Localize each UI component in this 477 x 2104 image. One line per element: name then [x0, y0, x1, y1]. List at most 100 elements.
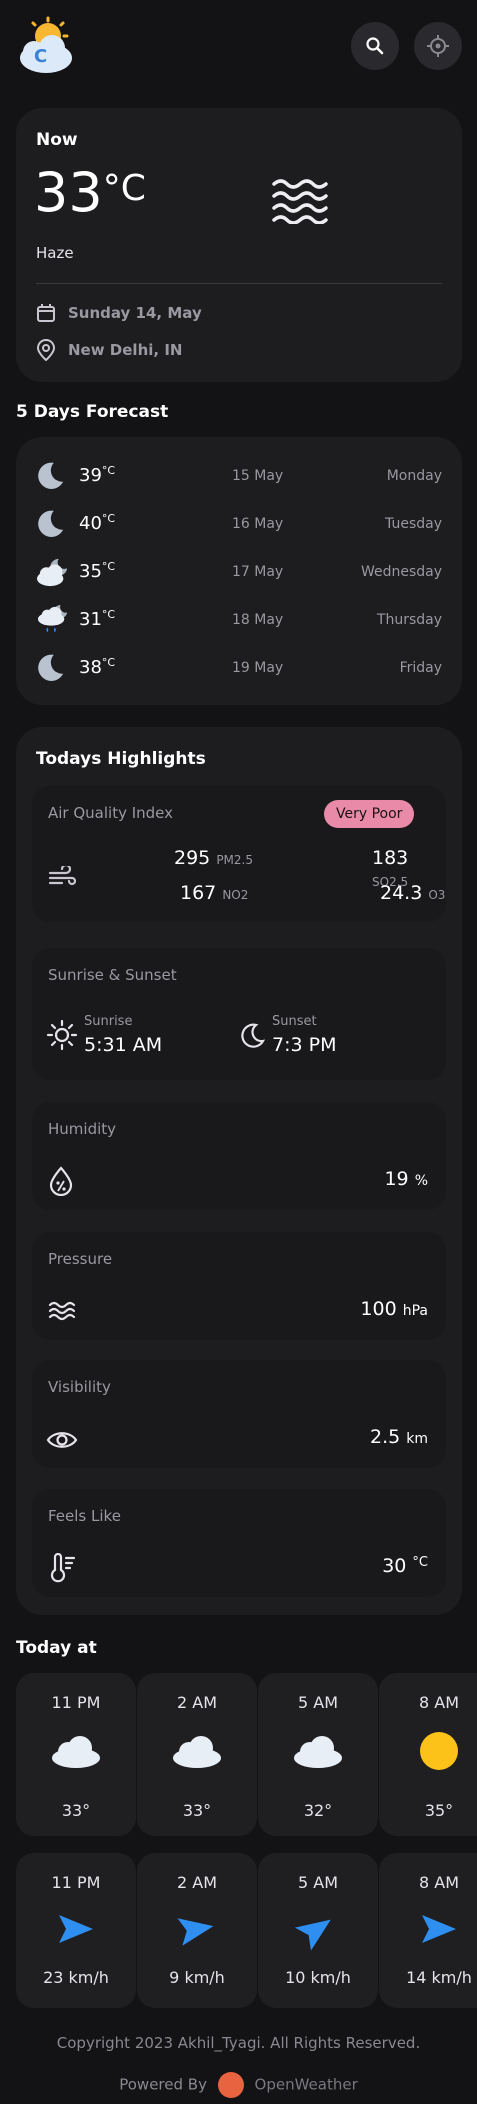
today-title: Today at	[16, 1638, 97, 1658]
pressure-unit: hPa	[402, 1303, 428, 1319]
visibility-unit: km	[406, 1431, 428, 1447]
forecast-temp: 31°C	[79, 608, 116, 630]
openweather-link[interactable]: OpenWeather	[255, 2076, 358, 2094]
openweather-logo-icon[interactable]	[217, 2072, 244, 2098]
hour-temp: 33°	[182, 1801, 212, 1820]
hourly-wind-card[interactable]: 2 AM 9 km/h	[137, 1853, 257, 2008]
current-date: Sunday 14, May	[68, 304, 202, 322]
forecast-day-row: 40°C 16 May Tuesday	[16, 501, 462, 549]
thermometer-icon	[50, 1553, 76, 1583]
sunrise-time: 5:31 AM	[84, 1034, 163, 1056]
hourly-forecast-card[interactable]: 8 AM 35°	[379, 1673, 477, 1836]
sun-card: Sunrise & Sunset Sunrise 5:31 AM Sunset …	[32, 948, 446, 1080]
hourly-wind-card[interactable]: 11 PM 23 km/h	[16, 1853, 136, 2008]
hourly-wind-card[interactable]: 5 AM 10 km/h	[258, 1853, 378, 2008]
o3-reading: 24.3 O3	[380, 882, 445, 904]
humidity-reading: 19 %	[384, 1168, 428, 1190]
hour-time: 11 PM	[51, 1693, 101, 1712]
hour-temp: 35°	[424, 1801, 454, 1820]
forecast-date: 18 May	[232, 612, 284, 628]
hourly-wind-row[interactable]: 11 PM 23 km/h 2 AM 9 km/h 5 AM 10 km/h 8 AM 14 …	[0, 1853, 477, 2018]
humidity-card: Humidity 19 %	[32, 1102, 446, 1210]
forecast-weekday: Monday	[386, 468, 442, 484]
divider	[36, 283, 442, 284]
cloud-icon	[173, 1736, 221, 1768]
now-card: Now 33°C Haze Sunday 14, May New Delhi, …	[16, 108, 462, 382]
sunset-time: 7:3 PM	[272, 1034, 337, 1056]
cloud-icon	[52, 1736, 100, 1768]
current-location: New Delhi, IN	[68, 341, 183, 359]
forecast-day-row: 39°C 15 May Monday	[16, 453, 462, 501]
search-button[interactable]	[351, 22, 399, 70]
forecast-date: 16 May	[232, 516, 284, 532]
location-pin-icon	[37, 339, 55, 361]
app-logo[interactable]: C	[14, 16, 76, 78]
visibility-reading: 2.5 km	[370, 1426, 428, 1448]
visibility-title: Visibility	[48, 1378, 111, 1396]
wind-speed: 23 km/h	[43, 1968, 109, 1987]
moon-icon	[38, 654, 64, 681]
highlights-title: Todays Highlights	[36, 749, 206, 769]
so2-value: 183	[372, 847, 409, 869]
moon-icon	[38, 462, 64, 489]
forecast-card: 39°C 15 May Monday 40°C 16 May Tuesday 35°C 17 …	[16, 437, 462, 705]
visibility-value: 2.5	[369, 1426, 401, 1448]
haze-icon	[272, 179, 328, 224]
pm25-reading: 295 PM2.5	[174, 847, 253, 869]
wind-speed: 10 km/h	[285, 1968, 351, 1987]
eye-icon	[46, 1432, 78, 1448]
forecast-weekday: Friday	[399, 660, 442, 676]
wind-time: 2 AM	[176, 1873, 217, 1892]
crosshair-icon	[427, 35, 449, 57]
hour-time: 8 AM	[418, 1693, 459, 1712]
sun-icon	[420, 1732, 458, 1770]
logo-letter: C	[34, 46, 48, 67]
moon-icon	[38, 510, 64, 537]
search-icon	[366, 37, 384, 55]
wind-time: 5 AM	[297, 1873, 338, 1892]
sunrise-label: Sunrise	[84, 1014, 133, 1029]
wind-speed: 9 km/h	[169, 1968, 225, 1987]
feels-like-title: Feels Like	[48, 1507, 121, 1525]
forecast-day-row: 31°C 18 May Thursday	[16, 597, 462, 645]
hour-time: 5 AM	[297, 1693, 338, 1712]
forecast-temp: 38°C	[79, 656, 116, 678]
pressure-card: Pressure 100 hPa	[32, 1232, 446, 1340]
o3-value: 24.3	[380, 882, 423, 904]
pressure-value: 100	[360, 1298, 397, 1320]
pm25-value: 295	[174, 847, 211, 869]
hourly-wind-card[interactable]: 8 AM 14 km/h	[379, 1853, 477, 2008]
pressure-reading: 100 hPa	[360, 1298, 428, 1320]
current-location-button[interactable]	[414, 22, 462, 70]
footer-powered: Powered By OpenWeather	[0, 2072, 477, 2098]
hourly-forecast-card[interactable]: 11 PM 33°	[16, 1673, 136, 1836]
hour-temp: 32°	[303, 1801, 333, 1820]
aqi-status-badge: Very Poor	[324, 800, 415, 828]
forecast-temp: 39°C	[79, 464, 116, 486]
wind-icon	[48, 866, 76, 886]
humidity-value: 19	[384, 1168, 409, 1190]
aqi-card: Air Quality Index Very Poor 295 PM2.5 18…	[32, 786, 446, 922]
footer-copyright: Copyright 2023 Akhil_Tyagi. All Rights R…	[56, 2034, 421, 2052]
forecast-weekday: Tuesday	[385, 516, 442, 532]
hourly-forecast-row[interactable]: 11 PM 33° 2 AM 33° 5 AM 32° 8 AM 35°	[0, 1673, 477, 1838]
feels-like-reading: 30 °C	[382, 1555, 428, 1577]
wind-time: 11 PM	[51, 1873, 101, 1892]
hourly-forecast-card[interactable]: 5 AM 32°	[258, 1673, 378, 1836]
powered-by-label: Powered By	[119, 2075, 207, 2094]
current-temperature: 33°C	[34, 166, 146, 220]
cloud-icon	[294, 1736, 342, 1768]
sunset-moon-icon	[241, 1023, 266, 1048]
rain-cloud-icon	[37, 604, 68, 633]
sunrise-icon	[46, 1019, 78, 1051]
hour-temp: 33°	[61, 1801, 91, 1820]
now-title: Now	[36, 130, 78, 150]
forecast-weekday: Thursday	[376, 612, 442, 628]
hourly-forecast-card[interactable]: 2 AM 33°	[137, 1673, 257, 1836]
no2-label: NO2	[222, 888, 249, 902]
sun-title: Sunrise & Sunset	[48, 966, 177, 984]
humidity-title: Humidity	[48, 1120, 117, 1138]
sunset-label: Sunset	[272, 1014, 317, 1029]
feels-like-unit: °C	[412, 1555, 428, 1570]
wind-direction-icon	[59, 1915, 93, 1943]
